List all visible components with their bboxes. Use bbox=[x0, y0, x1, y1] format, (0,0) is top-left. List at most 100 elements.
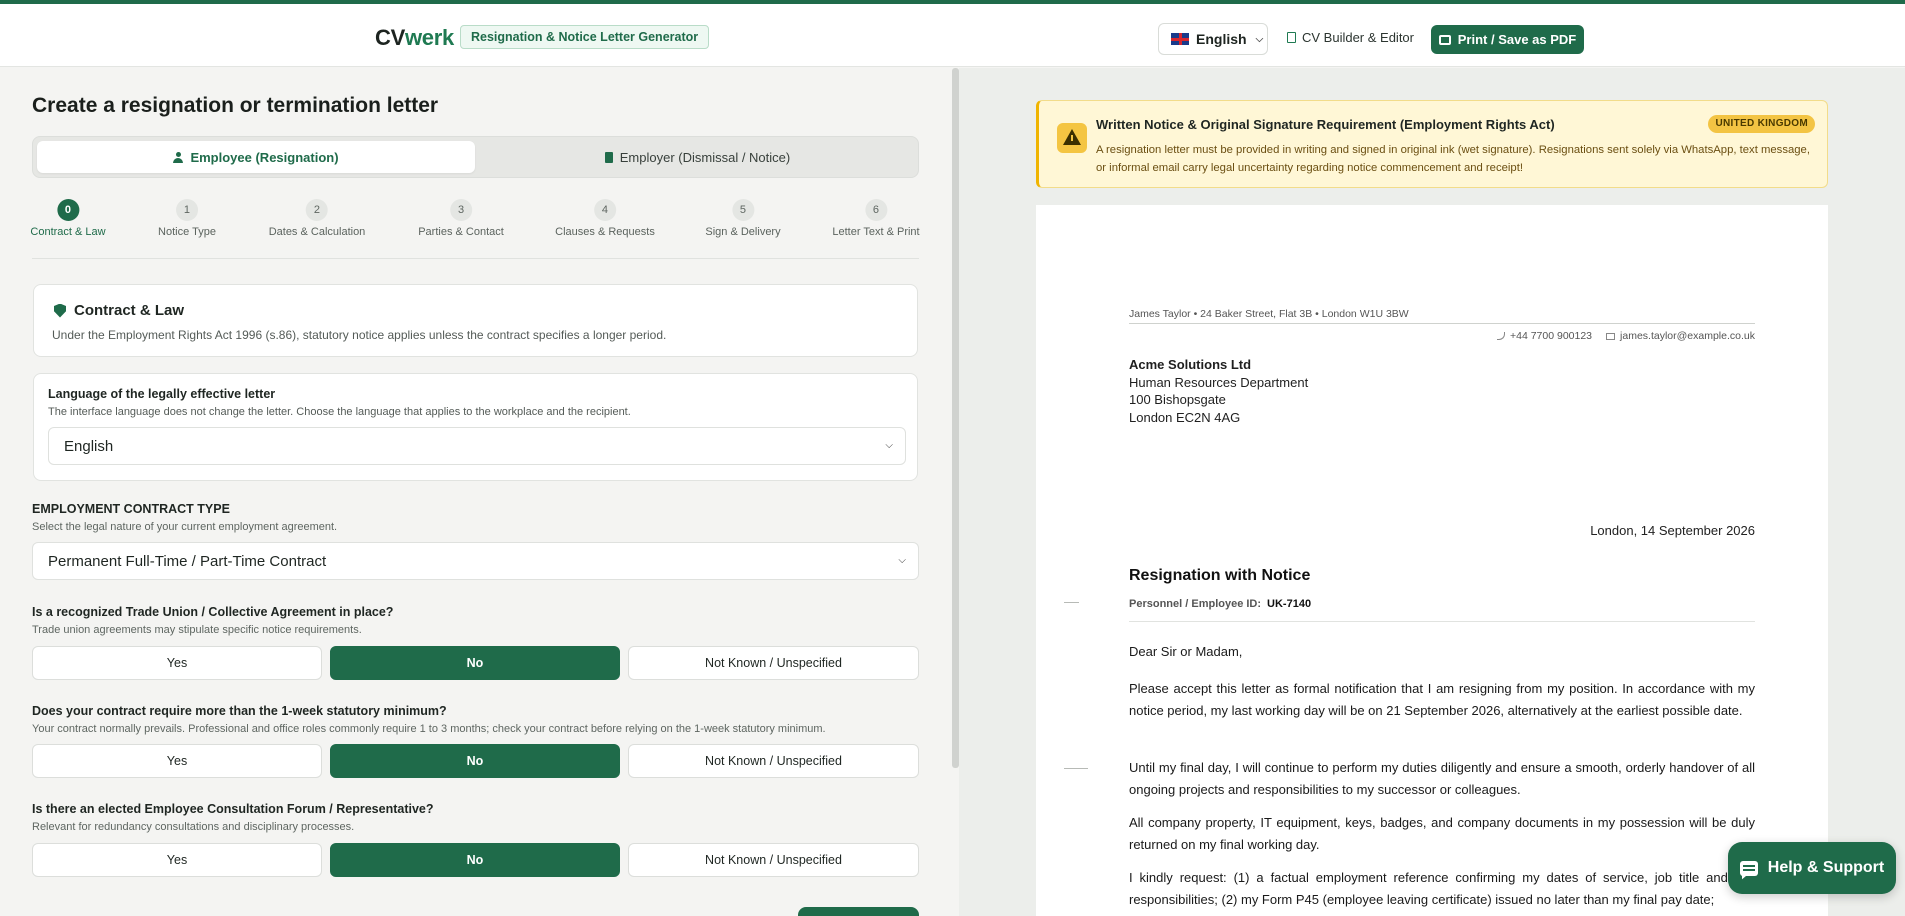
divider bbox=[1129, 621, 1755, 622]
consultation-forum-options: Yes No Not Known / Unspecified bbox=[32, 843, 919, 877]
tab-employee-label: Employee (Resignation) bbox=[190, 149, 339, 165]
role-toggle: Employee (Resignation) Employer (Dismiss… bbox=[32, 136, 919, 178]
step-label: Letter Text & Print bbox=[832, 226, 920, 238]
divider bbox=[1129, 323, 1755, 324]
fold-mark bbox=[1064, 602, 1079, 603]
question-help: Relevant for redundancy consultations an… bbox=[32, 821, 355, 833]
recipient-line: Human Resources Department bbox=[1129, 374, 1309, 390]
punch-mark bbox=[1064, 768, 1088, 769]
step-label: Dates & Calculation bbox=[268, 226, 366, 238]
recipient-address: Acme Solutions Ltd Human Resources Depar… bbox=[1129, 356, 1308, 426]
option-no[interactable]: No bbox=[330, 744, 620, 778]
sender-line: James Taylor • 24 Baker Street, Flat 3B … bbox=[1129, 308, 1409, 320]
letter-language-value: English bbox=[64, 437, 114, 455]
person-icon bbox=[173, 151, 184, 163]
phone-icon bbox=[1496, 332, 1505, 341]
step-5[interactable]: 5 Sign & Delivery bbox=[705, 199, 781, 238]
document-icon bbox=[1287, 32, 1296, 43]
letter-paragraph: I kindly request: (1) a factual employme… bbox=[1129, 870, 1755, 907]
letter-language-select[interactable]: English ⌵ bbox=[48, 427, 906, 465]
country-badge: UNITED KINGDOM bbox=[1708, 115, 1815, 133]
form-panel: Create a resignation or termination lett… bbox=[0, 68, 952, 916]
step-navigation: 0 Contract & Law 1 Notice Type 2 Dates &… bbox=[30, 199, 920, 249]
step-number: 0 bbox=[56, 199, 79, 221]
step-label: Contract & Law bbox=[30, 226, 106, 238]
salutation: Dear Sir or Madam, bbox=[1129, 644, 1243, 659]
question-label: Is there an elected Employee Consultatio… bbox=[32, 802, 434, 816]
letter-language-help: The interface language does not change t… bbox=[48, 406, 631, 418]
option-unknown[interactable]: Not Known / Unspecified bbox=[628, 646, 919, 680]
contract-notice-options: Yes No Not Known / Unspecified bbox=[32, 744, 919, 778]
cv-builder-link[interactable]: CV Builder & Editor bbox=[1287, 30, 1414, 45]
help-label: Help & Support bbox=[1767, 859, 1885, 876]
employee-id-label: Personnel / Employee ID: bbox=[1129, 598, 1262, 610]
step-3[interactable]: 3 Parties & Contact bbox=[418, 199, 504, 238]
step-number: 1 bbox=[175, 199, 198, 221]
contract-type-label: EMPLOYMENT CONTRACT TYPE bbox=[32, 502, 230, 516]
step-1[interactable]: 1 Notice Type bbox=[158, 199, 216, 238]
language-switcher[interactable]: English ⌵ bbox=[1158, 23, 1268, 55]
step-number: 4 bbox=[593, 199, 616, 221]
shield-icon bbox=[54, 303, 66, 318]
step-label: Notice Type bbox=[158, 226, 216, 238]
notice-title: Written Notice & Original Signature Requ… bbox=[1096, 117, 1555, 132]
tab-employer-label: Employer (Dismissal / Notice) bbox=[619, 149, 791, 165]
law-card-title: Contract & Law bbox=[54, 302, 184, 319]
option-yes[interactable]: Yes bbox=[32, 646, 322, 680]
step-label: Sign & Delivery bbox=[705, 226, 781, 238]
tab-employee[interactable]: Employee (Resignation) bbox=[37, 141, 475, 173]
step-6[interactable]: 6 Letter Text & Print bbox=[832, 199, 920, 238]
sender-phone: +44 7700 900123 bbox=[1509, 330, 1593, 342]
mail-icon bbox=[1606, 332, 1616, 340]
step-number: 5 bbox=[731, 199, 754, 221]
chevron-down-icon: ⌵ bbox=[885, 440, 893, 451]
next-step-button[interactable] bbox=[798, 907, 919, 916]
top-bar: CVwerk Resignation & Notice Letter Gener… bbox=[0, 0, 1905, 67]
question-label: Does your contract require more than the… bbox=[32, 704, 447, 718]
employee-id: Personnel / Employee ID: UK-7140 bbox=[1129, 598, 1311, 610]
letter-paragraph: Please accept this letter as formal noti… bbox=[1129, 681, 1755, 718]
tool-name-badge: Resignation & Notice Letter Generator bbox=[460, 25, 710, 49]
preview-panel: Written Notice & Original Signature Requ… bbox=[959, 68, 1905, 916]
recipient-line: 100 Bishopsgate bbox=[1129, 392, 1226, 407]
option-no[interactable]: No bbox=[330, 843, 620, 877]
question-help: Trade union agreements may stipulate spe… bbox=[32, 624, 362, 636]
law-info-card: Contract & Law Under the Employment Righ… bbox=[33, 284, 918, 357]
brand-logo[interactable]: CVwerk bbox=[375, 25, 454, 51]
print-label: Print / Save as PDF bbox=[1457, 32, 1577, 47]
option-yes[interactable]: Yes bbox=[32, 744, 322, 778]
option-yes[interactable]: Yes bbox=[32, 843, 322, 877]
letter-paragraph: All company property, IT equipment, keys… bbox=[1129, 815, 1755, 852]
step-number: 2 bbox=[305, 199, 328, 221]
recipient-line: London EC2N 4AG bbox=[1129, 409, 1241, 425]
option-no[interactable]: No bbox=[330, 646, 620, 680]
trade-union-options: Yes No Not Known / Unspecified bbox=[32, 646, 919, 680]
print-button[interactable]: Print / Save as PDF bbox=[1431, 25, 1584, 54]
question-label: Is a recognized Trade Union / Collective… bbox=[32, 605, 394, 619]
step-label: Clauses & Requests bbox=[555, 226, 655, 238]
chevron-down-icon: ⌵ bbox=[1255, 33, 1264, 45]
option-unknown[interactable]: Not Known / Unspecified bbox=[628, 744, 919, 778]
language-label: English bbox=[1196, 31, 1247, 47]
help-support-button[interactable]: Help & Support bbox=[1728, 842, 1896, 894]
law-card-title-text: Contract & Law bbox=[74, 302, 185, 319]
contract-type-value: Permanent Full-Time / Part-Time Contract bbox=[48, 552, 327, 570]
contract-type-select[interactable]: Permanent Full-Time / Part-Time Contract… bbox=[32, 542, 919, 580]
tab-employer[interactable]: Employer (Dismissal / Notice) bbox=[479, 141, 916, 173]
notice-text: A resignation letter must be provided in… bbox=[1096, 144, 1810, 174]
step-0[interactable]: 0 Contract & Law bbox=[30, 199, 106, 238]
employee-id-value: UK-7140 bbox=[1267, 598, 1312, 610]
step-number: 3 bbox=[450, 199, 472, 221]
letter-language-label: Language of the legally effective letter bbox=[48, 387, 276, 401]
question-help: Your contract normally prevails. Profess… bbox=[32, 723, 826, 735]
step-2[interactable]: 2 Dates & Calculation bbox=[268, 199, 366, 238]
warning-icon bbox=[1057, 123, 1087, 153]
step-label: Parties & Contact bbox=[418, 226, 504, 238]
chevron-down-icon: ⌵ bbox=[898, 555, 906, 566]
form-scrollbar[interactable] bbox=[952, 68, 959, 768]
option-unknown[interactable]: Not Known / Unspecified bbox=[628, 843, 919, 877]
contract-type-help: Select the legal nature of your current … bbox=[32, 521, 338, 533]
step-number: 6 bbox=[864, 199, 887, 221]
step-4[interactable]: 4 Clauses & Requests bbox=[555, 199, 655, 238]
printer-icon bbox=[1438, 34, 1451, 45]
